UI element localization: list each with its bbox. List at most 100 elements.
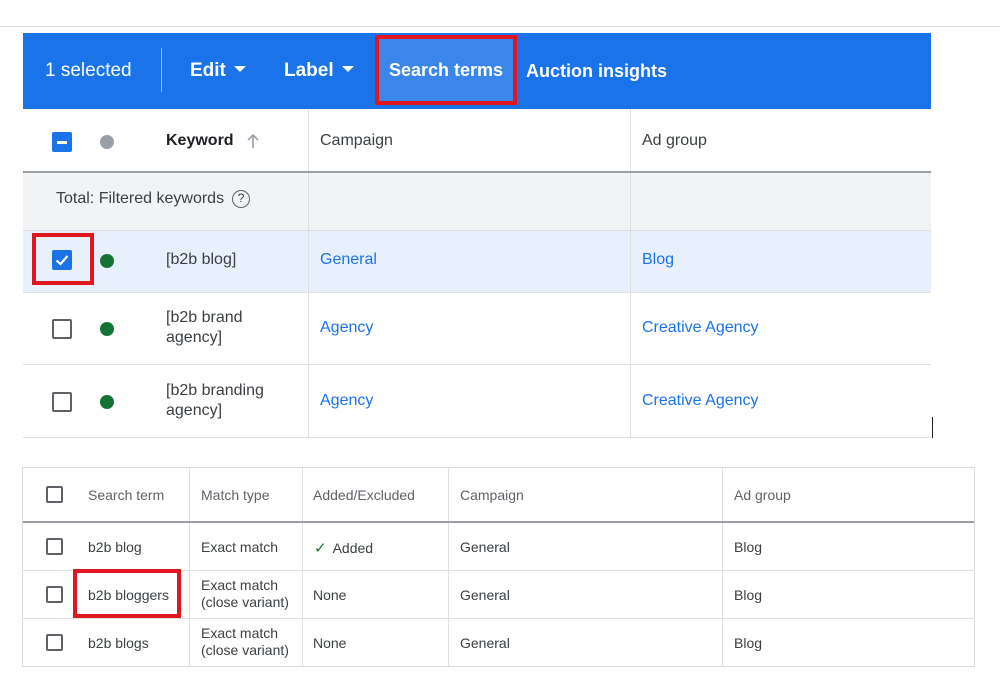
added-status-text: Added [332,540,374,556]
col-divider [302,571,303,618]
added-excluded-column-header[interactable]: Added/Excluded [313,487,415,503]
ad-group-link[interactable]: Blog [734,539,762,555]
col-divider [448,571,449,618]
table-row[interactable]: [b2b blog] General Blog [23,231,931,293]
col-divider [448,523,449,570]
status-enabled-dot [100,254,114,268]
ad-group-link[interactable]: Blog [734,635,762,651]
campaign-link[interactable]: General [460,539,510,555]
edit-label: Edit [190,60,226,81]
col-divider [189,571,190,618]
text-cursor [932,417,933,438]
checkmark-icon: ✓ [314,540,327,557]
selected-count: 1 selected [45,60,132,81]
row-checkbox[interactable] [52,319,72,339]
status-enabled-dot [100,322,114,336]
col-divider [722,571,723,618]
keyword-cell[interactable]: [b2b brand agency] [166,308,243,348]
selection-toolbar: 1 selected Edit Label Search terms Aucti… [23,33,931,109]
col-divider [630,173,631,230]
search-term-column-header[interactable]: Search term [88,487,164,503]
campaign-column-header[interactable]: Campaign [320,132,393,150]
match-type-cell: Exact match [201,539,279,555]
campaign-link[interactable]: General [320,251,377,269]
total-label: Total: Filtered keywords? [56,190,251,208]
row-checkbox[interactable] [46,634,63,651]
keyword-cell[interactable]: [b2b blog] [166,251,236,269]
ad-group-column-header[interactable]: Ad group [734,487,791,503]
match-type-cell: Exact match (close variant) [201,577,289,611]
col-divider [630,109,631,171]
ad-group-link[interactable]: Blog [642,251,674,269]
col-divider [189,619,190,666]
campaign-link[interactable]: Agency [320,392,373,410]
campaign-link[interactable]: General [460,635,510,651]
row-checkbox[interactable] [52,392,72,412]
search-terms-panel: Search term Match type Added/Excluded Ca… [22,467,975,667]
col-divider [448,619,449,666]
search-terms-button[interactable]: Search terms [377,37,515,103]
ad-group-link[interactable]: Creative Agency [642,319,759,337]
keywords-panel: 1 selected Edit Label Search terms Aucti… [23,33,931,438]
auction-insights-button[interactable]: Auction insights [526,33,667,109]
campaign-column-header[interactable]: Campaign [460,487,524,503]
keyword-header-label: Keyword [166,132,234,149]
col-divider [722,523,723,570]
col-divider [302,523,303,570]
match-type-line: Exact match [201,577,279,593]
table-row[interactable]: [b2b brand agency] Agency Creative Agency [23,293,931,365]
table-row[interactable]: [b2b branding agency] Agency Creative Age… [23,365,931,438]
col-divider [308,231,309,292]
label-label: Label [284,60,334,81]
col-divider [302,619,303,666]
col-divider [189,468,190,521]
row-checkbox[interactable] [46,538,63,555]
campaign-link[interactable]: Agency [320,319,373,337]
status-enabled-dot [100,395,114,409]
search-term-cell: b2b blog [88,539,142,555]
col-divider [448,468,449,521]
select-all-checkbox[interactable] [52,132,72,152]
match-type-cell: Exact match (close variant) [201,625,289,659]
search-terms-header: Search term Match type Added/Excluded Ca… [23,468,974,523]
row-checkbox[interactable] [52,250,72,270]
added-status-cell: ✓ Added [314,539,373,557]
keyword-line: [b2b branding [166,382,264,399]
keyword-column-header[interactable]: Keyword [166,132,260,150]
caret-down-icon [233,65,246,72]
col-divider [630,231,631,292]
table-row[interactable]: b2b bloggers Exact match (close variant) … [23,571,974,619]
question-circle-icon[interactable]: ? [232,190,251,208]
select-all-checkbox[interactable] [46,486,63,503]
match-type-column-header[interactable]: Match type [201,487,269,503]
checkmark-icon [55,255,69,266]
ad-group-column-header[interactable]: Ad group [642,132,707,150]
arrow-up-icon [247,133,259,148]
caret-down-icon [341,65,354,72]
table-row[interactable]: b2b blogs Exact match (close variant) Non… [23,619,974,666]
added-status-cell: None [313,587,347,603]
col-divider [722,468,723,521]
col-divider [308,293,309,364]
campaign-link[interactable]: General [460,587,510,603]
keyword-cell[interactable]: [b2b branding agency] [166,381,264,421]
col-divider [630,293,631,364]
col-divider [722,619,723,666]
col-divider [630,365,631,437]
row-checkbox[interactable] [46,586,63,603]
match-type-line: Exact match [201,625,279,641]
keyword-line: agency] [166,329,223,346]
table-header: Keyword Campaign Ad group [23,109,931,173]
search-term-cell: b2b bloggers [88,587,169,603]
match-type-line: (close variant) [201,594,289,610]
total-row: Total: Filtered keywords? [23,173,931,231]
ad-group-link[interactable]: Creative Agency [642,392,759,410]
total-label-text: Total: Filtered keywords [56,190,225,208]
col-divider [189,523,190,570]
ad-group-link[interactable]: Blog [734,587,762,603]
status-header-dot [100,135,114,149]
table-row[interactable]: b2b blog Exact match ✓ Added General Blog [23,523,974,571]
edit-menu-button[interactable]: Edit [190,33,246,109]
label-menu-button[interactable]: Label [284,33,354,109]
added-status-cell: None [313,635,347,651]
